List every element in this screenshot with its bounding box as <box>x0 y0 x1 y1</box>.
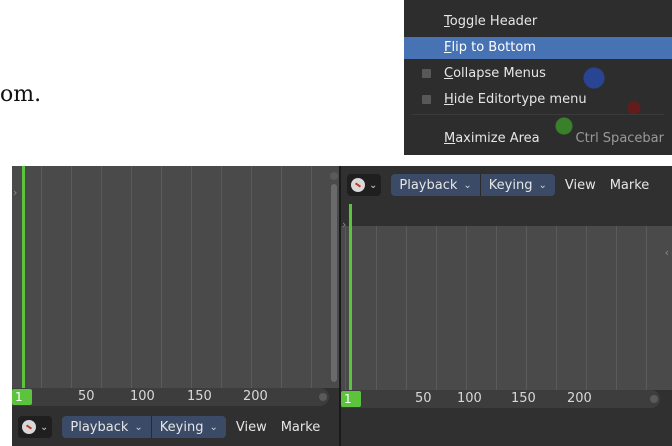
chevron-down-icon: ⌄ <box>369 179 378 191</box>
chevron-left-icon[interactable]: ‹ <box>665 246 669 259</box>
timeline-editor-header-top: ⌄ Playback ⌄ Keying ⌄ View Marke › ‹ 1 5… <box>341 166 672 446</box>
frame-ruler[interactable]: 1 50 100 150 200 <box>341 390 660 408</box>
vertical-scrollbar[interactable] <box>331 184 337 382</box>
ruler-tick-label: 100 <box>130 389 155 404</box>
menu-item-mnemonic: C <box>444 66 454 81</box>
ruler-tick-label: 50 <box>415 391 432 406</box>
playhead-line[interactable] <box>349 204 352 394</box>
area-context-menu: Toggle Header Flip to Bottom Collapse Me… <box>404 0 672 155</box>
editor-type-selector[interactable]: ⌄ <box>18 416 53 438</box>
playback-menu[interactable]: Playback ⌄ <box>391 174 481 196</box>
ruler-tick-label: 150 <box>187 389 212 404</box>
ruler-tick-label: 50 <box>78 389 95 404</box>
current-frame-indicator[interactable]: 1 <box>341 391 361 407</box>
marker-menu[interactable]: Marke <box>610 178 650 193</box>
menu-item-shortcut: Ctrl Spacebar <box>575 131 664 146</box>
ruler-tick-label: 150 <box>511 391 536 406</box>
playback-menu-label: Playback <box>399 177 458 193</box>
menu-item-hide-editortype-menu[interactable]: Hide Editortype menu <box>404 89 672 111</box>
view-menu[interactable]: View <box>236 420 267 435</box>
checkbox-icon[interactable] <box>422 95 431 104</box>
ruler-scroll-handle[interactable] <box>650 395 658 403</box>
chevron-down-icon: ⌄ <box>209 421 218 433</box>
editor-type-selector[interactable]: ⌄ <box>347 174 382 196</box>
menu-item-label: lip to Bottom <box>451 40 536 55</box>
playback-menu[interactable]: Playback ⌄ <box>62 416 152 438</box>
document-text-fragment: om. <box>0 82 42 107</box>
menu-item-toggle-header[interactable]: Toggle Header <box>404 11 672 33</box>
menu-item-mnemonic: M <box>444 131 456 146</box>
menu-item-maximize-area[interactable]: Maximize Area Ctrl Spacebar <box>404 128 672 150</box>
menu-item-label: aximize Area <box>455 131 540 146</box>
menu-item-label: ide Editortype menu <box>453 92 587 107</box>
chevron-right-icon[interactable]: › <box>342 218 346 231</box>
timeline-grid[interactable] <box>341 226 672 390</box>
scrollbar-handle[interactable] <box>330 172 338 180</box>
ruler-tick-label: 100 <box>457 391 482 406</box>
playback-menu-label: Playback <box>70 419 129 435</box>
timeline-editor-header-bottom: › 1 50 100 150 200 ⌄ Playback ⌄ Keying ⌄ <box>12 166 341 446</box>
view-menu[interactable]: View <box>565 178 596 193</box>
marker-menu[interactable]: Marke <box>281 420 321 435</box>
chevron-down-icon: ⌄ <box>40 421 49 433</box>
menu-separator <box>412 114 664 115</box>
timeline-header: ⌄ Playback ⌄ Keying ⌄ View Marke <box>341 166 672 204</box>
timeline-grid[interactable] <box>12 166 341 388</box>
menu-item-flip-to-bottom[interactable]: Flip to Bottom <box>404 37 672 59</box>
current-frame-indicator[interactable]: 1 <box>12 389 32 405</box>
ruler-scroll-handle[interactable] <box>319 393 327 401</box>
ruler-tick-label: 200 <box>567 391 592 406</box>
chevron-down-icon: ⌄ <box>538 179 547 191</box>
keying-menu-label: Keying <box>488 177 533 193</box>
keying-menu-label: Keying <box>159 419 204 435</box>
menu-item-label: ollapse Menus <box>453 66 546 81</box>
frame-ruler[interactable]: 1 50 100 150 200 <box>12 388 329 406</box>
chevron-down-icon: ⌄ <box>134 421 143 433</box>
menu-item-label: oggle Header <box>449 14 538 29</box>
clock-icon <box>22 420 36 434</box>
menu-item-mnemonic: H <box>444 92 454 107</box>
timeline-header: ⌄ Playback ⌄ Keying ⌄ View Marke <box>12 410 341 444</box>
playhead-line[interactable] <box>22 166 25 390</box>
keying-menu[interactable]: Keying ⌄ <box>480 174 555 196</box>
clock-icon <box>351 178 365 192</box>
ruler-tick-label: 200 <box>243 389 268 404</box>
keying-menu[interactable]: Keying ⌄ <box>151 416 226 438</box>
checkbox-icon[interactable] <box>422 69 431 78</box>
chevron-down-icon: ⌄ <box>463 179 472 191</box>
chevron-right-icon[interactable]: › <box>13 186 17 199</box>
menu-item-collapse-menus[interactable]: Collapse Menus <box>404 63 672 85</box>
page: om. Toggle Header Flip to Bottom Collaps… <box>0 0 672 446</box>
